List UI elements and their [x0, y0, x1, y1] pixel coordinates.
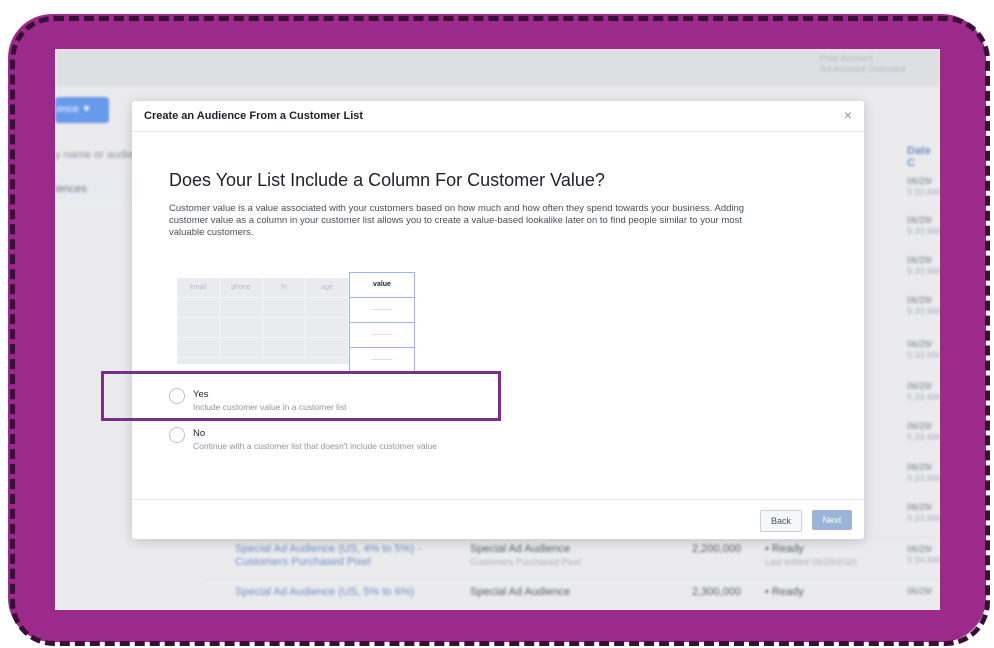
no-description: Continue with a customer list that doesn…: [193, 441, 437, 451]
customer-list-modal: Create an Audience From a Customer List …: [132, 101, 864, 539]
value-column-illustration: value ——— ——— ———: [349, 272, 415, 373]
page-title: Does Your List Include a Column For Cust…: [169, 170, 605, 190]
description-text: Customer value is a value associated wit…: [169, 203, 745, 238]
illustration-cell: [177, 318, 220, 338]
illustration-cell: [263, 318, 306, 338]
back-button[interactable]: Back: [760, 510, 802, 532]
close-icon[interactable]: ×: [844, 107, 852, 123]
customer-list-illustration: email phone fn age value ——— ——— ———: [177, 272, 417, 373]
value-cell: ———: [371, 356, 393, 363]
screenshot-area: Free Account Ad Account Overview ence ▼ …: [55, 49, 940, 610]
modal-header: Create an Audience From a Customer List …: [132, 101, 864, 132]
illustration-grid: email phone fn age: [177, 278, 349, 364]
illustration-cell: [177, 298, 220, 318]
modal-body: Does Your List Include a Column For Cust…: [132, 132, 864, 492]
illustration-cell: [220, 338, 263, 358]
illustration-header: age: [306, 278, 349, 298]
illustration-cell: [220, 318, 263, 338]
illustration-cell: [263, 338, 306, 358]
illustration-cell: [306, 318, 349, 338]
next-button[interactable]: Next: [812, 510, 852, 530]
value-cell: ———: [350, 298, 414, 323]
illustration-cell: [263, 298, 306, 318]
illustration-header: fn: [263, 278, 306, 298]
illustration-cell: [177, 338, 220, 358]
illustration-header: email: [177, 278, 220, 298]
illustration-cell: [220, 298, 263, 318]
modal-footer: Back Next: [132, 499, 864, 540]
illustration-cell: [306, 298, 349, 318]
modal-title: Create an Audience From a Customer List: [144, 110, 364, 122]
no-radio[interactable]: [169, 427, 185, 443]
value-cell: ———: [350, 323, 414, 348]
no-label: No: [193, 428, 206, 439]
illustration-cell: [306, 338, 349, 358]
value-column-header: value: [350, 273, 414, 298]
highlight-annotation-box: [101, 371, 501, 421]
illustration-header: phone: [220, 278, 263, 298]
